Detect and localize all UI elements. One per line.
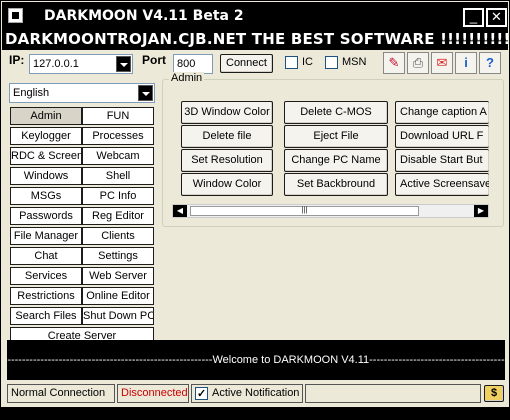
sidebar-button-msgs[interactable]: MSGs [10,187,82,205]
connection-type-status: Normal Connection [7,384,115,403]
admin-button-disable-start-but[interactable]: Disable Start But [395,149,489,172]
sidebar-button-windows[interactable]: Windows [10,167,82,185]
admin-button-download-url-f[interactable]: Download URL F [395,125,489,148]
port-input[interactable]: 800 [173,54,213,74]
sidebar-button-pc-info[interactable]: PC Info [82,187,154,205]
sidebar-button-webcam[interactable]: Webcam [82,147,154,165]
admin-button-change-caption-a[interactable]: Change caption A [395,101,489,124]
banner-text: DARKMOONTROJAN.CJB.NET THE BEST SOFTWARE… [2,30,508,50]
minimize-button[interactable]: _ [463,8,484,27]
sidebar-button-processes[interactable]: Processes [82,127,154,145]
sidebar-button-services[interactable]: Services [10,267,82,285]
help-icon[interactable]: ? [479,52,501,74]
scroll-right-icon[interactable]: ▶ [474,205,488,217]
admin-button-3d-window-color[interactable]: 3D Window Color [181,101,273,124]
notification-checkbox[interactable] [195,386,208,402]
ic-label: IC [302,56,313,68]
admin-button-active-screensave[interactable]: Active Screensave [395,173,489,196]
notification-status: Active Notification [191,384,303,403]
horizontal-scrollbar[interactable]: ◀ ||| ▶ [172,204,489,218]
sidebar-button-rdc-screen[interactable]: RDC & Screen [10,147,82,165]
mail-icon[interactable]: ✉ [431,52,453,74]
chevron-down-icon[interactable] [116,56,131,72]
scroll-left-icon[interactable]: ◀ [173,205,187,217]
log-area: ----------------------------------------… [7,340,505,406]
sidebar-button-clients[interactable]: Clients [82,227,154,245]
language-value: English [13,87,50,99]
scroll-thumb[interactable]: ||| [190,206,419,216]
ip-combo[interactable]: 127.0.0.1 [29,54,133,74]
main-window: DARKMOON V4.11 Beta 2 _ ✕ DARKMOONTROJAN… [0,0,510,408]
dollar-button[interactable]: $ [484,385,504,402]
window-title: DARKMOON V4.11 Beta 2 [44,8,244,24]
sidebar-button-web-server[interactable]: Web Server [82,267,154,285]
ic-checkbox[interactable] [285,56,298,69]
chevron-down-icon[interactable] [138,85,153,101]
sidebar-button-settings[interactable]: Settings [82,247,154,265]
info-icon[interactable]: i [455,52,477,74]
ip-label: IP: [9,53,25,67]
admin-button-set-backbround[interactable]: Set Backbround [284,173,388,196]
admin-button-window-color[interactable]: Window Color [181,173,273,196]
sidebar-button-chat[interactable]: Chat [10,247,82,265]
ip-value: 127.0.0.1 [33,58,79,70]
sidebar-button-reg-editor[interactable]: Reg Editor [82,207,154,225]
status-empty-panel [305,384,481,403]
sidebar-button-passwords[interactable]: Passwords [10,207,82,225]
admin-button-eject-file[interactable]: Eject File [284,125,388,148]
language-select[interactable]: English [9,83,155,103]
notification-label: Active Notification [212,387,300,399]
sidebar-button-shut-down-pc[interactable]: Shut Down PC [82,307,154,325]
port-label: Port [142,53,166,67]
admin-button-change-pc-name[interactable]: Change PC Name [284,149,388,172]
admin-button-set-resolution[interactable]: Set Resolution [181,149,273,172]
sidebar-button-shell[interactable]: Shell [82,167,154,185]
sidebar-button-file-manager[interactable]: File Manager [10,227,82,245]
sidebar-button-online-editor[interactable]: Online Editor [82,287,154,305]
admin-button-delete-file[interactable]: Delete file [181,125,273,148]
sidebar-button-search-files[interactable]: Search Files [10,307,82,325]
admin-button-delete-c-mos[interactable]: Delete C-MOS [284,101,388,124]
connection-state-status: Disconnected [117,384,189,403]
msn-checkbox[interactable] [325,56,338,69]
sidebar-button-restrictions[interactable]: Restrictions [10,287,82,305]
pencils-icon[interactable]: ✎ [383,52,405,74]
msn-label: MSN [342,56,367,68]
sidebar-button-keylogger[interactable]: Keylogger [10,127,82,145]
sidebar-button-admin[interactable]: Admin [10,107,82,125]
title-bar: DARKMOON V4.11 Beta 2 _ ✕ [2,2,508,30]
admin-panel-caption: Admin [169,72,205,84]
printer-icon[interactable]: ⎙ [407,52,429,74]
connect-button[interactable]: Connect [220,54,273,73]
sidebar-button-fun[interactable]: FUN [82,107,154,125]
app-icon [8,8,23,23]
close-button[interactable]: ✕ [486,8,507,27]
